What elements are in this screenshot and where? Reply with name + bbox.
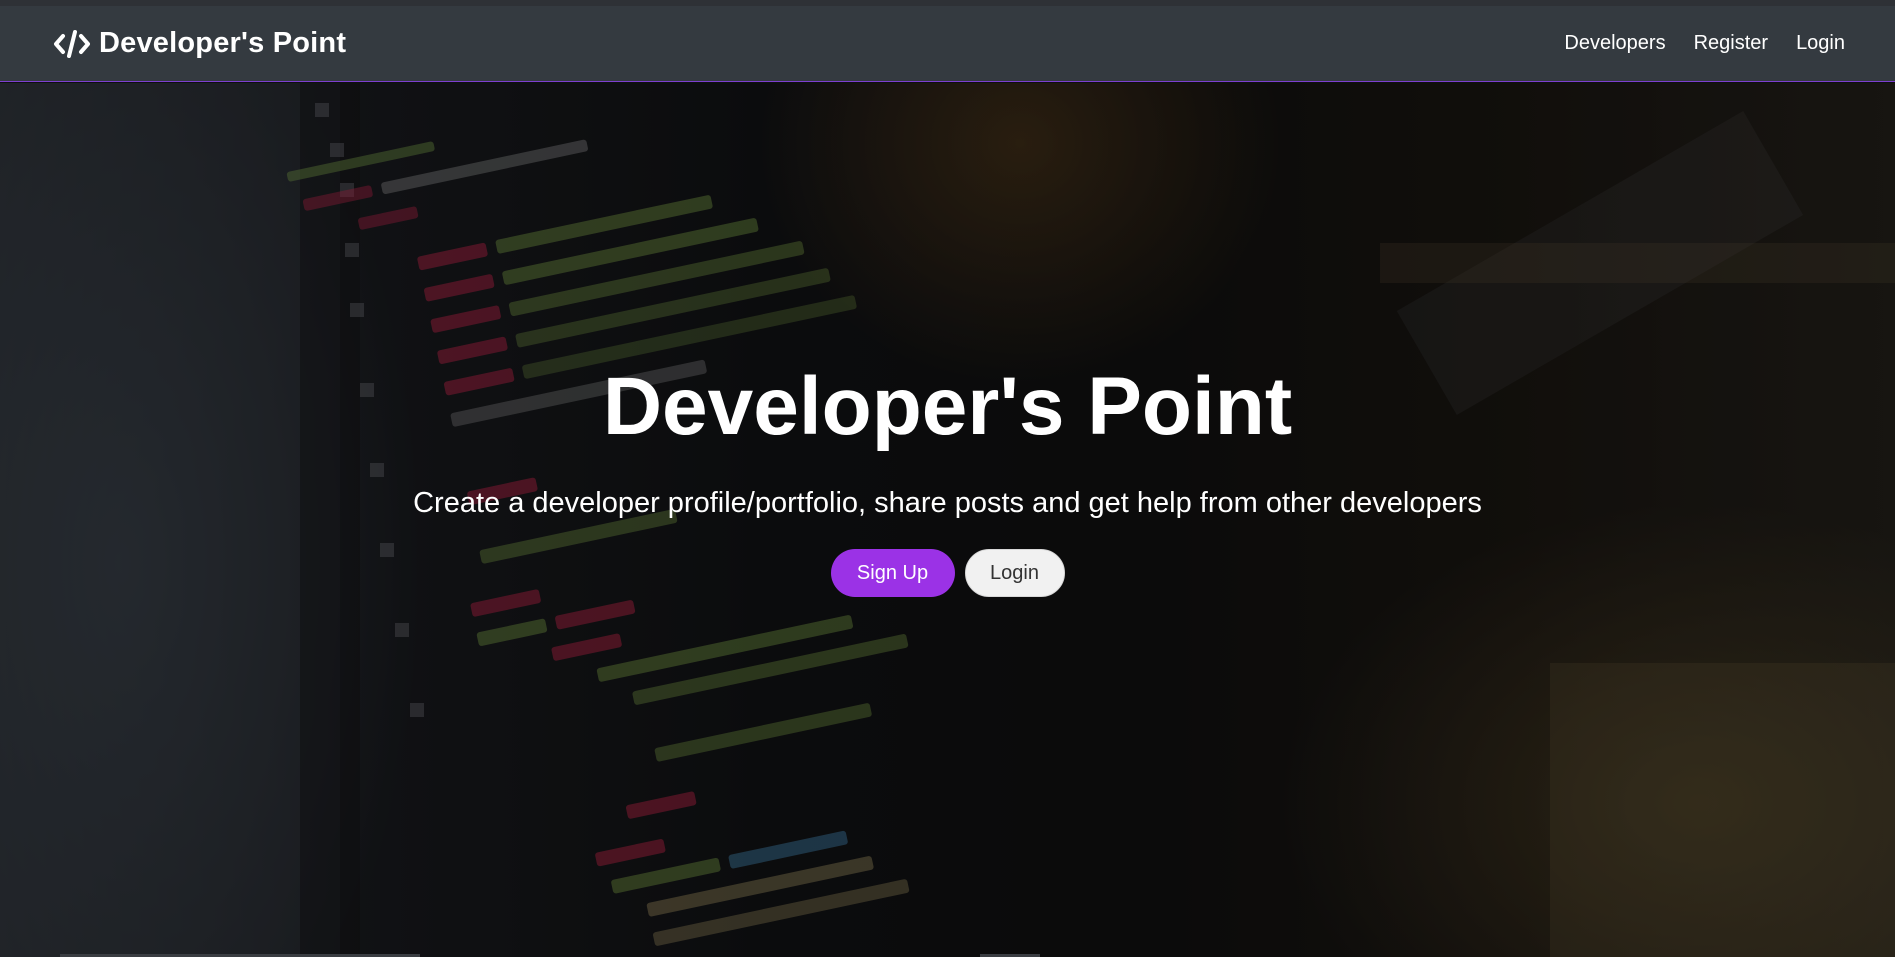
login-button[interactable]: Login (964, 549, 1065, 597)
brand-link[interactable]: Developer's Point (53, 27, 346, 60)
hero-lead: Create a developer profile/portfolio, sh… (413, 487, 1482, 519)
hero-section: Developer's Point Create a developer pro… (0, 83, 1895, 957)
navbar: Developer's Point Developers Register Lo… (0, 6, 1895, 82)
hero-title: Developer's Point (602, 361, 1293, 452)
hero-buttons: Sign Up Login (0, 549, 1895, 597)
sign-up-button[interactable]: Sign Up (830, 549, 955, 597)
nav-link-developers[interactable]: Developers (1564, 32, 1665, 55)
nav-links: Developers Register Login (1536, 32, 1845, 55)
code-icon (53, 29, 91, 59)
brand-text: Developer's Point (99, 27, 347, 59)
nav-link-login[interactable]: Login (1796, 32, 1845, 55)
nav-link-register[interactable]: Register (1694, 32, 1768, 55)
hero-overlay (0, 83, 1895, 957)
